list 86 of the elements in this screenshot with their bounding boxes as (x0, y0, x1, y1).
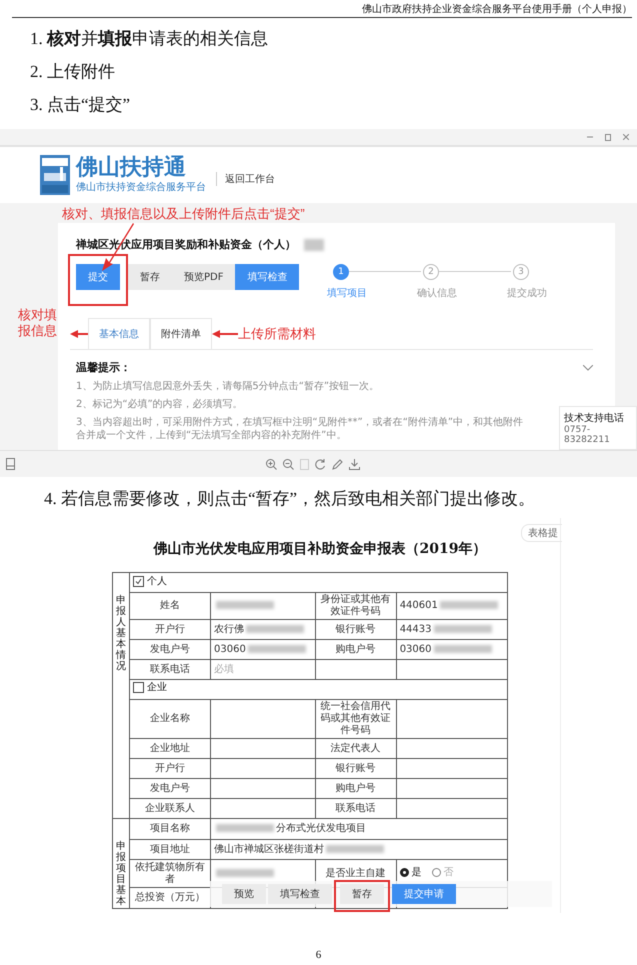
step-number: 2 (423, 264, 439, 280)
step-text: 4. 若信息需要修改，则点击“暂存”，然后致电相关部门提出修改。 (43, 488, 536, 510)
field-label: 开户行 (155, 624, 185, 634)
field-label: 是否业主自建 (326, 868, 386, 879)
field-value: 分布式光伏发电项目 (276, 822, 366, 834)
field-label: 依托建筑物所有者 (135, 862, 205, 885)
radio-button[interactable] (432, 868, 441, 878)
checkbox[interactable] (133, 682, 144, 694)
field-label: 姓名 (160, 600, 180, 611)
maximize-icon[interactable] (605, 134, 611, 140)
step-text: 2. 上传附件 (29, 61, 116, 83)
section-label: 申报人基本情况 (116, 595, 126, 672)
field-value: 03060 (214, 644, 246, 654)
checkbox[interactable] (133, 576, 144, 588)
logo-icon (40, 155, 70, 195)
document-header: 佛山市政府扶持企业资金综合服务平台使用手册（个人申报） (362, 2, 632, 16)
logo-subtitle: 佛山市扶持资金综合服务平台 (76, 180, 206, 194)
blurred-value (304, 238, 324, 250)
field-label: 企业名称 (150, 713, 190, 724)
tab[interactable]: 基本信息 (88, 318, 150, 349)
action-button[interactable]: 暂存 (340, 884, 384, 904)
zoom-in-icon[interactable] (266, 458, 277, 470)
checkbox-label: 企业 (147, 682, 167, 694)
chevron-down-icon[interactable] (583, 364, 593, 370)
tip-text: 2、标记为“必填”的内容，必须填写。 (76, 398, 244, 411)
annotation-text: 核对、填报信息以及上传附件后点击“提交” (62, 205, 306, 223)
close-icon[interactable] (623, 134, 629, 140)
field-label: 发电户号 (150, 782, 190, 794)
pencil-icon[interactable] (332, 458, 343, 470)
step-label: 填写项目 (327, 286, 367, 300)
field-value: 44433 (400, 624, 432, 634)
annotation-arrow (70, 330, 88, 338)
field-value: 440601 (400, 600, 438, 611)
annotation-arrow (212, 330, 238, 338)
step-label: 确认信息 (417, 286, 457, 300)
radio-label: 是 (412, 866, 422, 879)
field-value: 农行佛 (214, 624, 244, 634)
field-label: 企业地址 (150, 742, 190, 754)
back-link[interactable]: 返回工作台 (216, 172, 275, 186)
form-title: 佛山市光伏发电应用项目补助资金申报表（2019年） (152, 540, 488, 558)
action-button[interactable]: 填写检查 (268, 884, 332, 904)
field-label: 项目地址 (150, 844, 190, 855)
step-text: 3. 点击“提交” (29, 94, 132, 116)
field-value: 03060 (400, 644, 432, 654)
action-button[interactable]: 预览PDF (172, 264, 236, 290)
action-button[interactable]: 预览 (222, 884, 266, 904)
field-label: 企业联系人 (145, 802, 195, 814)
field-label: 项目名称 (150, 822, 190, 834)
support-phone: 0757-83282211 (564, 425, 611, 445)
checkbox-label: 个人 (147, 576, 167, 588)
action-button[interactable]: 暂存 (128, 264, 172, 290)
field-label: 购电户号 (336, 782, 376, 794)
device-icon[interactable] (6, 458, 15, 470)
tip-text: 1、为防止填写信息因意外丢失，请每隔5分钟点击“暂存”按钮一次。 (76, 380, 380, 393)
field-value: 佛山市禅城区张槎街道村 (214, 844, 324, 855)
radio-button[interactable] (400, 868, 409, 878)
minimize-icon[interactable] (587, 134, 593, 140)
page-number: 6 (314, 949, 322, 963)
zoom-out-icon[interactable] (283, 458, 294, 470)
section-label: 申报项目基本 (116, 841, 126, 907)
field-label: 总投资（万元） (135, 892, 205, 904)
annotation-text: 上传所需材料 (238, 324, 316, 342)
logo-title: 佛山扶持通 (76, 156, 187, 180)
radio-label: 否 (444, 866, 454, 879)
field-label: 银行账号 (336, 762, 376, 774)
download-icon[interactable] (349, 458, 360, 470)
step-text: 1. 核对并填报申请表的相关信息 (29, 28, 269, 50)
side-tab[interactable]: 表格提 (521, 524, 562, 542)
field-label: 身份证或其他有效证件号码 (320, 594, 391, 617)
step-label: 提交成功 (507, 286, 547, 300)
field-label: 银行账号 (336, 624, 376, 634)
tip-text: 3、当内容超出时，可采用附件方式，在填写框中注明“见附件**”，或者在“附件清单”中，和其他附件合并成一个文件，上传到“无法填写全部内容的补充附件”中。 (76, 416, 524, 442)
rotate-icon[interactable] (315, 458, 326, 470)
field-label: 联系电话 (150, 664, 190, 674)
field-label: 发电户号 (150, 644, 190, 654)
field-label: 购电户号 (336, 644, 376, 654)
field-label: 统一社会信用代码或其他有效证件号码 (320, 701, 391, 736)
field-label: 法定代表人 (330, 742, 381, 754)
annotation-text: 核对填报信息 (18, 307, 58, 339)
field-label: 开户行 (155, 762, 185, 774)
step-number: 3 (513, 264, 529, 280)
field-label: 联系电话 (336, 802, 376, 814)
tips-title: 温馨提示： (76, 360, 131, 375)
support-label: 技术支持电话 (564, 412, 625, 425)
step-number: 1 (333, 264, 349, 280)
tab[interactable]: 附件清单 (150, 318, 212, 349)
